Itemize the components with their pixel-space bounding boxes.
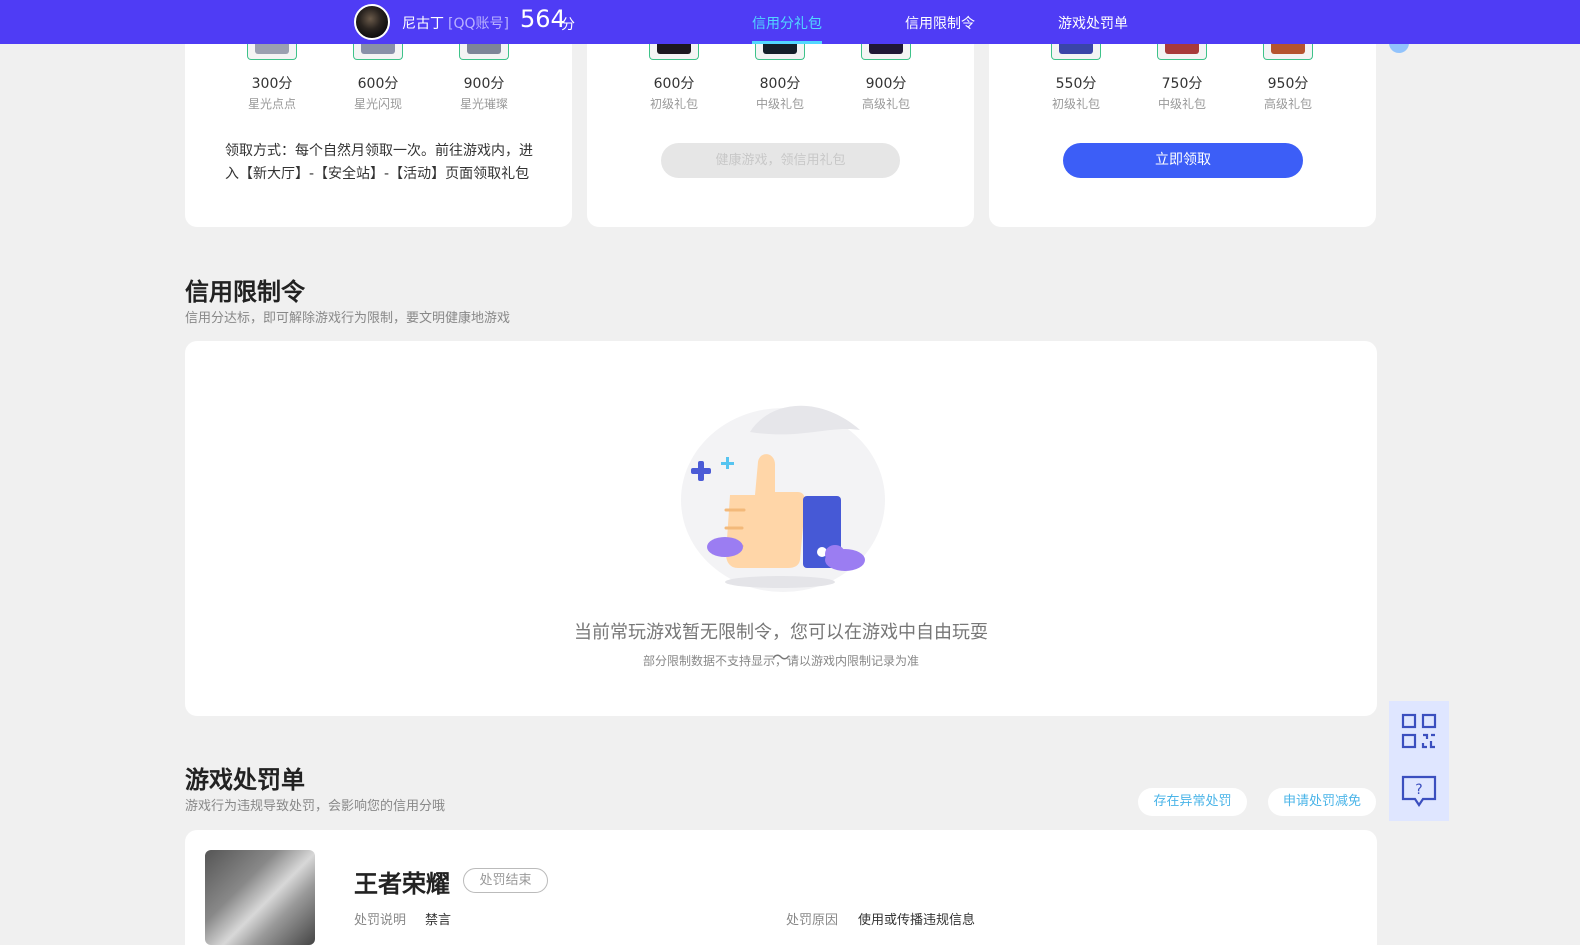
gift-name: 中级礼包 bbox=[1157, 97, 1206, 111]
section-title-restrictions: 信用限制令 bbox=[185, 278, 305, 306]
gift-thumb bbox=[1157, 44, 1207, 60]
gift-score: 900分 bbox=[463, 76, 505, 92]
gift-thumb bbox=[459, 44, 509, 60]
gift-score: 800分 bbox=[759, 76, 801, 92]
claim-gift-button-disabled[interactable]: 健康游戏，领信用礼包 bbox=[661, 143, 900, 178]
gift-score: 900分 bbox=[865, 76, 907, 92]
qr-code-icon bbox=[1401, 713, 1437, 749]
gift-thumb bbox=[755, 44, 805, 60]
help-button[interactable]: ? bbox=[1389, 761, 1449, 821]
tab-game-penalty[interactable]: 游戏处罚单 bbox=[1058, 13, 1128, 33]
abnormal-penalty-button[interactable]: 存在异常处罚 bbox=[1138, 788, 1247, 816]
gift-name: 初级礼包 bbox=[649, 97, 698, 111]
gift-thumb bbox=[1263, 44, 1313, 60]
gift-name: 星光闪现 bbox=[353, 97, 402, 111]
avatar[interactable] bbox=[354, 4, 390, 40]
gift-thumb bbox=[247, 44, 297, 60]
gift-score: 300分 bbox=[251, 76, 293, 92]
appeal-penalty-button[interactable]: 申请处罚减免 bbox=[1268, 788, 1376, 816]
qr-code-button[interactable] bbox=[1389, 701, 1449, 761]
game-name: 王者荣耀 bbox=[354, 870, 450, 898]
status-badge: 处罚结束 bbox=[463, 868, 548, 893]
gift-score: 600分 bbox=[653, 76, 695, 92]
gift-name: 星光璀璨 bbox=[459, 97, 508, 111]
svg-text:?: ? bbox=[1415, 782, 1422, 798]
restrictions-empty-note: 部分限制数据不支持显示，请以游戏内限制记录为准 bbox=[642, 654, 919, 668]
nickname: 尼古丁 bbox=[402, 16, 444, 32]
penalty-reason-value: 使用或传播违规信息 bbox=[858, 913, 976, 928]
claim-gift-button[interactable]: 立即领取 bbox=[1063, 143, 1303, 178]
section-subtitle-penalties: 游戏行为违规导致处罚，会影响您的信用分哦 bbox=[185, 799, 446, 814]
gift-name: 高级礼包 bbox=[861, 97, 910, 111]
gift-thumb bbox=[353, 44, 403, 60]
tab-credit-gift[interactable]: 信用分礼包 bbox=[752, 13, 822, 33]
account-type: [QQ账号] bbox=[448, 16, 509, 32]
gift-thumb bbox=[649, 44, 699, 60]
penalty-desc-label: 处罚说明 bbox=[354, 913, 407, 928]
top-nav-bar: 尼古丁 [QQ账号] 564 分 信用分礼包 信用限制令 游戏处罚单 bbox=[0, 0, 1580, 44]
gift-score: 600分 bbox=[357, 76, 399, 92]
gift-score: 950分 bbox=[1267, 76, 1309, 92]
active-tab-indicator bbox=[752, 41, 822, 44]
help-chat-icon: ? bbox=[1401, 775, 1437, 807]
credit-score-unit: 分 bbox=[561, 17, 575, 33]
gift-name: 中级礼包 bbox=[755, 97, 804, 111]
gift-score: 750分 bbox=[1161, 76, 1203, 92]
thumbs-up-illustration bbox=[681, 405, 885, 592]
section-title-penalties: 游戏处罚单 bbox=[185, 766, 305, 794]
gift-thumb bbox=[1051, 44, 1101, 60]
gift-name: 高级礼包 bbox=[1263, 97, 1312, 111]
gift-name: 初级礼包 bbox=[1051, 97, 1100, 111]
gift-thumb bbox=[861, 44, 911, 60]
gift-claim-instructions: 领取方式：每个自然月领取一次。前往游戏内，进入【新大厅】-【安全站】-【活动】页… bbox=[225, 143, 533, 182]
penalty-desc-value: 禁言 bbox=[425, 913, 452, 928]
credit-score: 564 bbox=[520, 5, 566, 33]
gift-score: 550分 bbox=[1055, 76, 1097, 92]
section-subtitle-restrictions: 信用分达标，即可解除游戏行为限制，要文明健康地游戏 bbox=[185, 311, 511, 326]
game-cover-image bbox=[205, 850, 315, 945]
tab-credit-restriction[interactable]: 信用限制令 bbox=[905, 13, 975, 33]
gift-name: 星光点点 bbox=[247, 97, 296, 111]
penalty-reason-label: 处罚原因 bbox=[786, 913, 839, 928]
